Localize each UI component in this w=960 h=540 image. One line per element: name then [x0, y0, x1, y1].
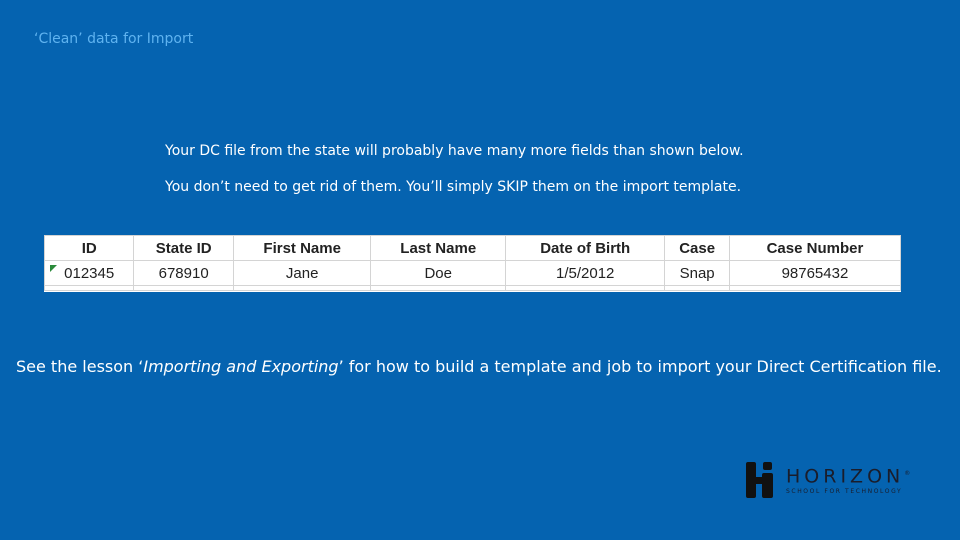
cell-error-indicator-icon [50, 265, 57, 272]
slide-title: ‘Clean’ data for Import [34, 31, 194, 47]
horizon-h-icon [746, 462, 774, 498]
intro-line: You don’t need to get rid of them. You’l… [165, 179, 742, 195]
header-cell: Date of Birth [505, 235, 666, 261]
header-cell: Case [664, 235, 730, 261]
header-cell: Last Name [370, 235, 507, 261]
header-cell: First Name [232, 235, 372, 261]
lesson-reference: See the lesson ‘Importing and Exporting’… [16, 357, 942, 376]
table-empty-row [44, 285, 901, 291]
intro-line: Your DC file from the state will probabl… [165, 143, 744, 159]
registered-mark: ® [904, 470, 911, 478]
header-cell: State ID [133, 235, 234, 261]
cell-state-id: 678910 [133, 260, 234, 286]
lesson-prefix: See the lesson ‘ [16, 357, 144, 376]
cell-case-number: 98765432 [728, 260, 901, 286]
cell-date-of-birth: 1/5/2012 [505, 260, 666, 286]
table-header-row: ID State ID First Name Last Name Date of… [44, 235, 901, 261]
table-row: 012345 678910 Jane Doe 1/5/2012 Snap 987… [44, 260, 901, 286]
cell-last-name: Doe [370, 260, 507, 286]
intro-text: Your DC file from the state will probabl… [165, 142, 744, 214]
cell-first-name: Jane [232, 260, 372, 286]
cell-case: Snap [664, 260, 730, 286]
header-cell: ID [44, 235, 135, 261]
sample-data-table: ID State ID First Name Last Name Date of… [44, 235, 901, 292]
lesson-title: Importing and Exporting [143, 357, 339, 376]
lesson-suffix: ’ for how to build a template and job to… [338, 357, 942, 376]
header-cell: Case Number [728, 235, 901, 261]
logo-tagline: SCHOOL FOR TECHNOLOGY [786, 487, 903, 495]
cell-id: 012345 [44, 260, 135, 286]
logo-brand: HORIZON [786, 465, 905, 488]
horizon-logo: HORIZON® SCHOOL FOR TECHNOLOGY [746, 462, 910, 498]
